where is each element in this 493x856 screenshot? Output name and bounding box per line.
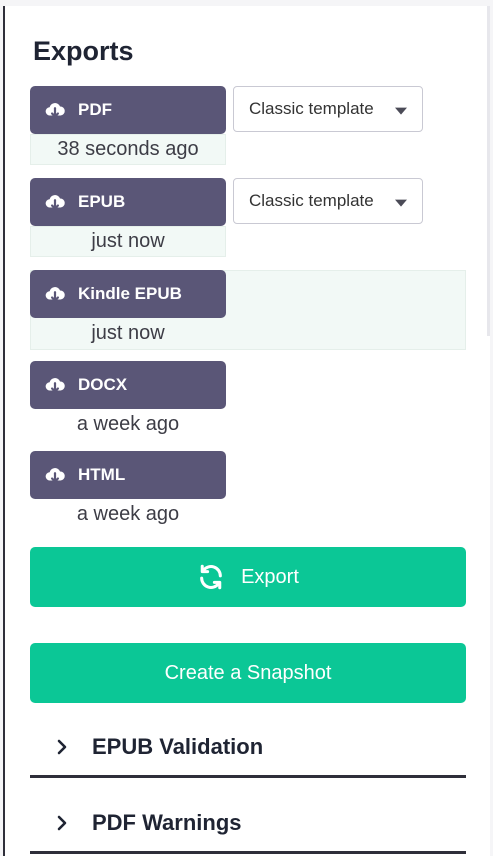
export-time-pdf: 38 seconds ago (30, 134, 226, 165)
cloud-download-icon (45, 103, 65, 118)
export-time-html: a week ago (76, 503, 180, 525)
cloud-download-icon (45, 195, 65, 210)
cloud-download-icon (45, 468, 65, 483)
caret-down-icon (395, 107, 407, 115)
export-item-kindle-epub: Kindle EPUB just now (30, 270, 466, 350)
export-button-label: Export (241, 565, 299, 588)
export-label-html: HTML (78, 465, 126, 484)
export-time-kindle-epub: just now (91, 322, 165, 344)
page: Exports PDF Classic template 38 seconds … (0, 0, 493, 856)
panel-title: Exports (33, 36, 134, 66)
chevron-right-icon (57, 739, 67, 754)
refresh-icon (200, 564, 222, 590)
template-select-value: Classic template (249, 99, 374, 118)
export-button-docx[interactable]: DOCX (30, 361, 226, 409)
export-button-html[interactable]: HTML (30, 451, 226, 499)
template-select-value: Classic template (249, 191, 374, 210)
cloud-download-icon (45, 287, 65, 302)
export-button-pdf[interactable]: PDF (30, 86, 226, 134)
export-item-docx: DOCX a week ago (30, 361, 466, 441)
export-item-html: HTML a week ago (30, 451, 466, 531)
template-select-pdf[interactable]: Classic template (233, 86, 423, 132)
export-time-docx: a week ago (76, 413, 180, 435)
caret-down-icon (395, 199, 407, 207)
create-snapshot-label: Create a Snapshot (164, 661, 332, 684)
export-label-kindle-epub: Kindle EPUB (78, 284, 182, 303)
cloud-download-icon (45, 378, 65, 393)
create-snapshot-button[interactable]: Create a Snapshot (30, 643, 466, 703)
export-label-pdf: PDF (78, 100, 112, 119)
export-item-epub: EPUB Classic template just now (30, 178, 466, 258)
export-time-epub: just now (30, 226, 226, 257)
export-button-epub[interactable]: EPUB (30, 178, 226, 226)
export-button[interactable]: Export (30, 547, 466, 607)
template-select-epub[interactable]: Classic template (233, 178, 423, 224)
section-epub-validation[interactable]: EPUB Validation (30, 718, 466, 778)
export-label-docx: DOCX (78, 375, 128, 394)
export-button-kindle-epub[interactable]: Kindle EPUB (30, 270, 226, 318)
scrollbar[interactable] (487, 6, 490, 336)
chevron-right-icon (57, 815, 67, 830)
exports-panel: Exports PDF Classic template 38 seconds … (3, 6, 490, 856)
export-item-pdf: PDF Classic template 38 seconds ago (30, 86, 466, 166)
section-label-pdf-warnings: PDF Warnings (92, 809, 242, 835)
export-label-epub: EPUB (78, 192, 126, 211)
section-label-epub-validation: EPUB Validation (92, 733, 264, 759)
section-pdf-warnings[interactable]: PDF Warnings (30, 794, 466, 854)
